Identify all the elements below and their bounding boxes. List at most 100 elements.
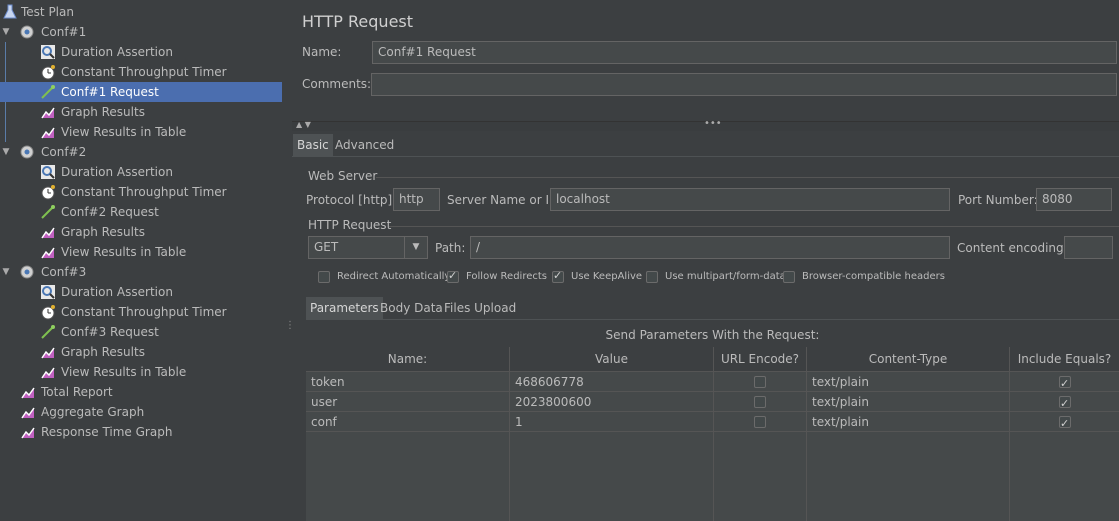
http-request-panel: HTTP Request Name: Conf#1 Request Commen… bbox=[292, 0, 1119, 521]
tree-item-label: View Results in Table bbox=[61, 245, 187, 259]
tree-item-label: Constant Throughput Timer bbox=[61, 185, 227, 199]
tree-item-test-plan[interactable]: Test Plan bbox=[0, 2, 282, 22]
tree-item-constant-throughput-timer[interactable]: Constant Throughput Timer bbox=[0, 182, 282, 202]
tree-item-label: Duration Assertion bbox=[61, 165, 173, 179]
column-header-name[interactable]: Name: bbox=[306, 347, 510, 372]
url-encode-checkbox[interactable] bbox=[754, 396, 766, 408]
collapse-bar[interactable]: ▲ ▼ ••• bbox=[292, 118, 1119, 131]
column-header-include-equals[interactable]: Include Equals? bbox=[1010, 347, 1119, 372]
multipart-checkbox[interactable] bbox=[646, 271, 658, 283]
multipart-label: Use multipart/form-data bbox=[665, 271, 786, 282]
http-request-group-title: HTTP Request bbox=[308, 218, 392, 232]
method-select[interactable]: GET ▼ bbox=[308, 236, 428, 259]
column-header-content-type[interactable]: Content-Type bbox=[807, 347, 1010, 372]
table-cell-url-encode[interactable] bbox=[714, 412, 807, 432]
encoding-field[interactable] bbox=[1064, 236, 1113, 259]
tree-item-conf2-request[interactable]: Conf#2 Request bbox=[0, 202, 282, 222]
pipette-icon bbox=[40, 84, 56, 100]
tab-body-data[interactable]: Body Data bbox=[376, 297, 447, 319]
pipette-icon bbox=[40, 204, 56, 220]
comments-field[interactable] bbox=[371, 73, 1117, 96]
table-cell-content-type[interactable]: text/plain bbox=[807, 412, 1010, 432]
table-cell-include-equals[interactable] bbox=[1010, 412, 1119, 432]
tree-item-label: Conf#1 Request bbox=[61, 85, 159, 99]
table-cell-name[interactable]: token bbox=[306, 372, 510, 392]
browser-headers-checkbox[interactable] bbox=[783, 271, 795, 283]
tree-item-label: Constant Throughput Timer bbox=[61, 65, 227, 79]
tree-item-label: Conf#3 bbox=[41, 265, 87, 279]
tree-item-conf2[interactable]: ▼ Conf#2 bbox=[0, 142, 282, 162]
tree-item-constant-throughput-timer[interactable]: Constant Throughput Timer bbox=[0, 62, 282, 82]
port-field[interactable]: 8080 bbox=[1036, 188, 1112, 211]
tree-item-conf3-request[interactable]: Conf#3 Request bbox=[0, 322, 282, 342]
flask-icon bbox=[2, 4, 18, 20]
keepalive-checkbox[interactable] bbox=[552, 269, 564, 283]
collapse-arrows-icon[interactable]: ▲ ▼ bbox=[296, 120, 311, 129]
tree-item-view-results-table[interactable]: View Results in Table bbox=[0, 122, 282, 142]
column-header-value[interactable]: Value bbox=[510, 347, 714, 372]
protocol-field[interactable]: http bbox=[393, 188, 440, 211]
parameters-table[interactable]: Name: Value URL Encode? Content-Type Inc… bbox=[306, 347, 1119, 521]
expand-toggle-icon[interactable]: ▼ bbox=[1, 142, 11, 162]
follow-redirects-checkbox[interactable] bbox=[447, 269, 459, 283]
expand-toggle-icon[interactable]: ▼ bbox=[1, 22, 11, 42]
drag-handle-icon[interactable]: ••• bbox=[704, 118, 722, 129]
table-cell-value[interactable]: 1 bbox=[510, 412, 714, 432]
url-encode-checkbox[interactable] bbox=[754, 416, 766, 428]
tab-files-upload[interactable]: Files Upload bbox=[440, 297, 520, 319]
tree-item-conf1[interactable]: ▼ Conf#1 bbox=[0, 22, 282, 42]
tree-item-aggregate-graph[interactable]: Aggregate Graph bbox=[0, 402, 282, 422]
tree-item-label: Aggregate Graph bbox=[41, 405, 145, 419]
include-equals-checkbox[interactable] bbox=[1059, 414, 1071, 431]
port-label: Port Number: bbox=[958, 193, 1038, 207]
tree-item-graph-results[interactable]: Graph Results bbox=[0, 222, 282, 242]
chevron-down-icon[interactable]: ▼ bbox=[404, 237, 427, 258]
tree-item-duration-assertion[interactable]: Duration Assertion bbox=[0, 162, 282, 182]
server-field[interactable]: localhost bbox=[550, 188, 950, 211]
graph-icon bbox=[40, 104, 56, 120]
table-cell-include-equals[interactable] bbox=[1010, 372, 1119, 392]
table-cell-url-encode[interactable] bbox=[714, 372, 807, 392]
include-equals-checkbox[interactable] bbox=[1059, 374, 1071, 391]
tree-item-view-results-table[interactable]: View Results in Table bbox=[0, 362, 282, 382]
path-field[interactable]: / bbox=[470, 236, 950, 259]
tree-item-total-report[interactable]: Total Report bbox=[0, 382, 282, 402]
url-encode-checkbox[interactable] bbox=[754, 376, 766, 388]
graph-icon bbox=[20, 424, 36, 440]
follow-redirects-label: Follow Redirects bbox=[466, 271, 547, 282]
tree-item-conf1-request[interactable]: Conf#1 Request bbox=[0, 82, 282, 102]
tree-item-label: View Results in Table bbox=[61, 365, 187, 379]
table-cell-content-type[interactable]: text/plain bbox=[807, 372, 1010, 392]
table-cell-value[interactable]: 2023800600 bbox=[510, 392, 714, 412]
comments-label: Comments: bbox=[302, 77, 372, 91]
table-cell-url-encode[interactable] bbox=[714, 392, 807, 412]
tree-item-duration-assertion[interactable]: Duration Assertion bbox=[0, 42, 282, 62]
test-plan-tree[interactable]: Test Plan ▼ Conf#1 Duration Assertion Co… bbox=[0, 0, 282, 521]
graph-icon bbox=[40, 224, 56, 240]
tree-item-duration-assertion[interactable]: Duration Assertion bbox=[0, 282, 282, 302]
tree-item-graph-results[interactable]: Graph Results bbox=[0, 342, 282, 362]
expand-toggle-icon[interactable]: ▼ bbox=[1, 262, 11, 282]
tab-parameters[interactable]: Parameters bbox=[306, 297, 383, 319]
table-cell-name[interactable]: conf bbox=[306, 412, 510, 432]
tree-item-label: Conf#2 Request bbox=[61, 205, 159, 219]
browser-headers-label: Browser-compatible headers bbox=[802, 271, 945, 282]
tree-item-response-time-graph[interactable]: Response Time Graph bbox=[0, 422, 282, 442]
table-cell-include-equals[interactable] bbox=[1010, 392, 1119, 412]
table-cell-name[interactable]: user bbox=[306, 392, 510, 412]
tree-item-view-results-table[interactable]: View Results in Table bbox=[0, 242, 282, 262]
tab-advanced[interactable]: Advanced bbox=[331, 134, 398, 156]
include-equals-checkbox[interactable] bbox=[1059, 394, 1071, 411]
name-field[interactable]: Conf#1 Request bbox=[372, 41, 1117, 64]
column-header-url-encode[interactable]: URL Encode? bbox=[714, 347, 807, 372]
table-cell-content-type[interactable]: text/plain bbox=[807, 392, 1010, 412]
gear-icon bbox=[19, 24, 35, 40]
table-cell-value[interactable]: 468606778 bbox=[510, 372, 714, 392]
tree-item-graph-results[interactable]: Graph Results bbox=[0, 102, 282, 122]
tree-item-label: Conf#1 bbox=[41, 25, 87, 39]
tree-item-constant-throughput-timer[interactable]: Constant Throughput Timer bbox=[0, 302, 282, 322]
tree-item-conf3[interactable]: ▼ Conf#3 bbox=[0, 262, 282, 282]
stopwatch-icon bbox=[40, 304, 56, 320]
tab-basic[interactable]: Basic bbox=[293, 134, 333, 156]
redirect-automatically-checkbox[interactable] bbox=[318, 271, 330, 283]
